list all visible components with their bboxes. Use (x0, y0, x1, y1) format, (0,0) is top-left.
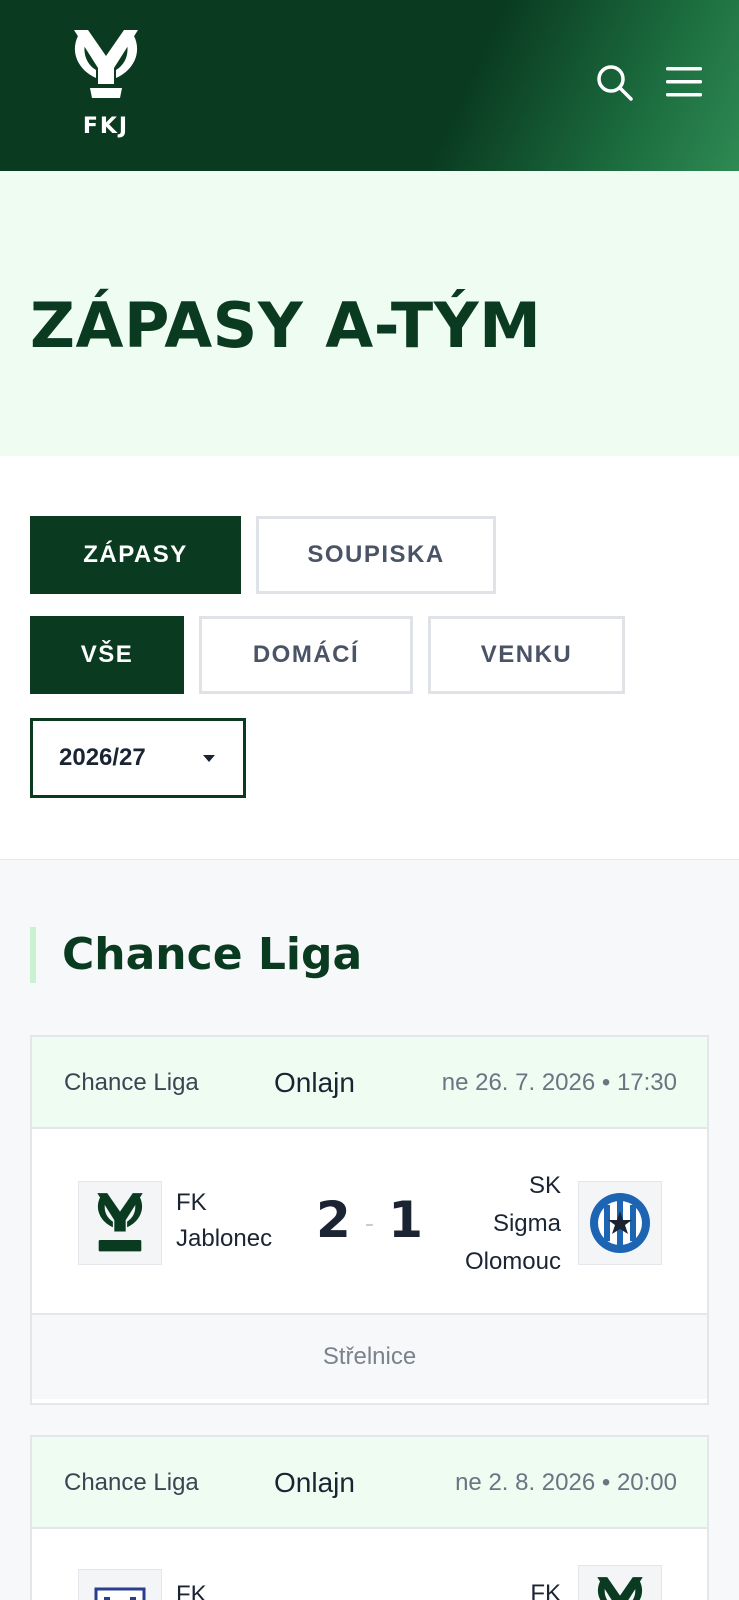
match-card-header: Chance Liga Onlajn ne 2. 8. 2026 • 20:00 (32, 1437, 707, 1529)
search-button[interactable] (594, 62, 634, 102)
season-select-value: 2026/27 (59, 744, 146, 771)
home-score: 2 (316, 1191, 351, 1249)
score-separator: - (364, 1208, 375, 1239)
match-card[interactable]: Chance Liga Onlajn ne 26. 7. 2026 • 17:3… (30, 1035, 709, 1405)
title-band: ZÁPASY A-TÝM (0, 171, 739, 456)
menu-button[interactable] (664, 64, 704, 100)
page-title: ZÁPASY A-TÝM (30, 289, 542, 362)
match-card-body: FK Jablonec 2-1 SK Sigma Olomouc (32, 1131, 707, 1315)
tab-matches[interactable]: ZÁPASY (30, 516, 241, 594)
home-team-name: FK (176, 1581, 207, 1600)
section-title: Chance Liga (62, 929, 363, 980)
filter-panel: ZÁPASY SOUPISKA VŠE DOMÁCÍ VENKU 2026/27 (0, 456, 739, 860)
fkj-logo[interactable]: FKJ (68, 26, 144, 146)
season-select[interactable]: 2026/27 (30, 718, 246, 798)
section-heading: Chance Liga (30, 927, 362, 983)
match-card[interactable]: Chance Liga Onlajn ne 2. 8. 2026 • 20:00… (30, 1435, 709, 1600)
home-team-crest (78, 1569, 162, 1600)
pardubice-crest-icon (94, 1587, 146, 1600)
match-card-header: Chance Liga Onlajn ne 26. 7. 2026 • 17:3… (32, 1037, 707, 1129)
sigma-olomouc-crest-icon (590, 1193, 650, 1253)
fkj-crest-icon (597, 1577, 643, 1600)
away-team-name: FK (530, 1580, 561, 1600)
tab-roster[interactable]: SOUPISKA (256, 516, 496, 594)
match-date: ne 2. 8. 2026 • 20:00 (455, 1469, 677, 1496)
match-broadcast: Onlajn (274, 1467, 355, 1498)
away-team-name: SK Sigma Olomouc (464, 1172, 561, 1275)
search-icon (597, 65, 633, 101)
logo-wordmark: FKJ (82, 114, 130, 139)
filter-away[interactable]: VENKU (428, 616, 625, 694)
match-competition: Chance Liga (64, 1069, 199, 1096)
match-card-body: FK FK (32, 1531, 707, 1600)
filter-home[interactable]: DOMÁCÍ (199, 616, 413, 694)
hamburger-menu-icon (666, 67, 702, 97)
away-score: 1 (388, 1191, 423, 1249)
fkj-crest-icon (74, 30, 138, 98)
match-broadcast: Onlajn (274, 1067, 355, 1098)
match-competition: Chance Liga (64, 1469, 199, 1496)
match-venue: Střelnice (32, 1315, 707, 1399)
away-team-crest (578, 1565, 662, 1600)
away-team-crest (578, 1181, 662, 1265)
filter-all[interactable]: VŠE (30, 616, 184, 694)
match-date: ne 26. 7. 2026 • 17:30 (441, 1069, 677, 1096)
site-header: FKJ (0, 0, 739, 171)
caret-down-icon (203, 755, 215, 762)
